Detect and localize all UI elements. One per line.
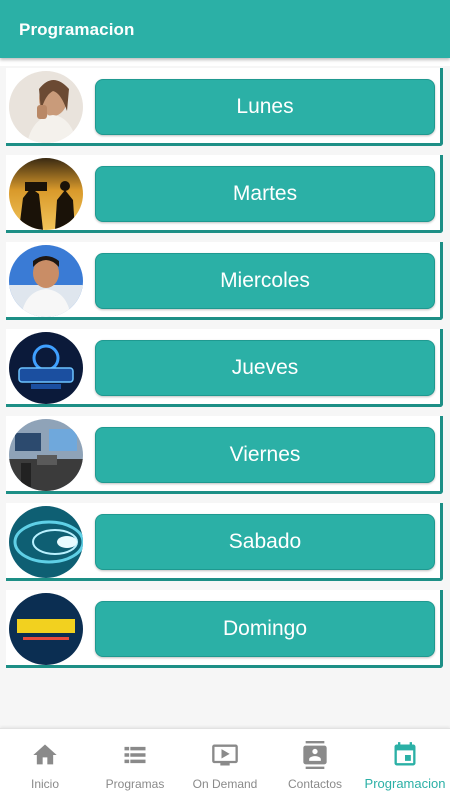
schedule-row-martes[interactable]: Martes: [6, 155, 443, 233]
lunes-thumbnail: [9, 71, 83, 143]
home-icon: [31, 741, 59, 769]
nav-inicio[interactable]: Inicio: [0, 729, 90, 800]
nav-label-on-demand: On Demand: [192, 777, 258, 791]
day-button-lunes[interactable]: Lunes: [95, 79, 435, 135]
schedule-row-miercoles[interactable]: Miercoles: [6, 242, 443, 320]
calendar-icon: [391, 741, 419, 769]
schedule-row-jueves[interactable]: Jueves: [6, 329, 443, 407]
nav-label-programas: Programas: [105, 777, 165, 791]
nav-contactos[interactable]: Contactos: [270, 729, 360, 800]
jueves-thumbnail: [9, 332, 83, 404]
day-button-viernes[interactable]: Viernes: [95, 427, 435, 483]
bottom-navigation: Inicio Programas On Demand Contactos Pro…: [0, 728, 450, 800]
schedule-row-viernes[interactable]: Viernes: [6, 416, 443, 494]
day-button-jueves[interactable]: Jueves: [95, 340, 435, 396]
schedule-row-sabado[interactable]: Sabado: [6, 503, 443, 581]
nav-label-contactos: Contactos: [287, 777, 343, 791]
nav-programacion[interactable]: Programacion: [360, 729, 450, 800]
schedule-list[interactable]: Lunes Martes Miercoles Jueves Viernes Sa…: [0, 66, 450, 728]
miercoles-thumbnail: [9, 245, 83, 317]
day-button-sabado[interactable]: Sabado: [95, 514, 435, 570]
domingo-thumbnail: [9, 593, 83, 665]
play-icon: [211, 741, 239, 769]
sabado-thumbnail: [9, 506, 83, 578]
schedule-row-domingo[interactable]: Domingo: [6, 590, 443, 668]
contacts-icon: [301, 741, 329, 769]
martes-thumbnail: [9, 158, 83, 230]
list-icon: [121, 741, 149, 769]
viernes-thumbnail: [9, 419, 83, 491]
nav-label-programacion: Programacion: [364, 776, 446, 791]
nav-programas[interactable]: Programas: [90, 729, 180, 800]
day-button-miercoles[interactable]: Miercoles: [95, 253, 435, 309]
nav-on-demand[interactable]: On Demand: [180, 729, 270, 800]
nav-label-inicio: Inicio: [30, 777, 59, 791]
schedule-row-lunes[interactable]: Lunes: [6, 68, 443, 146]
app-bar: Programacion: [0, 0, 450, 58]
day-button-domingo[interactable]: Domingo: [95, 601, 435, 657]
page-title: Programacion: [19, 20, 135, 39]
day-button-martes[interactable]: Martes: [95, 166, 435, 222]
